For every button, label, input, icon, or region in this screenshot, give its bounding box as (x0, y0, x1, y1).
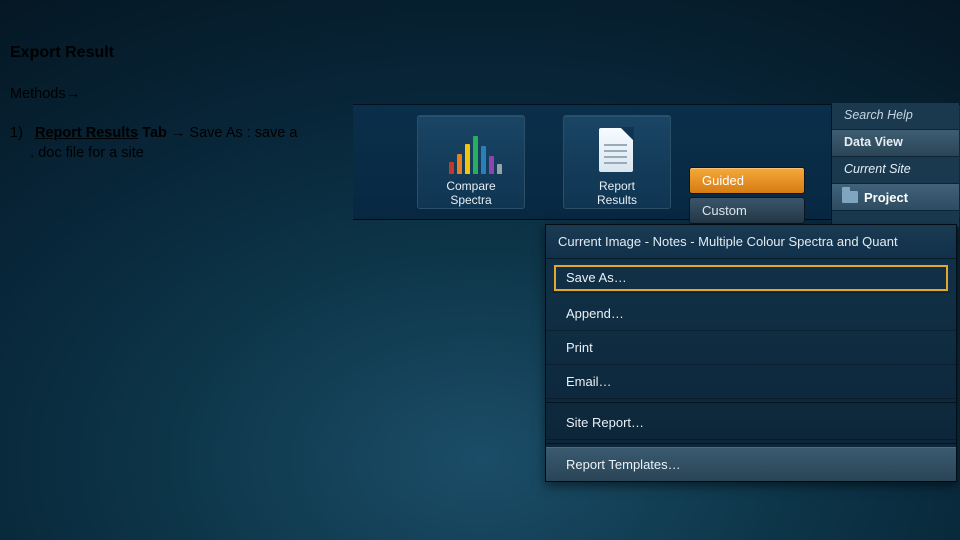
bullet-rest2: . doc file for a site (30, 145, 144, 161)
bullet-tab: Tab (138, 125, 171, 141)
bullet-number: 1) (10, 125, 23, 141)
compare-spectra-button[interactable]: Compare Spectra (417, 115, 525, 209)
slide-title: Export Result (10, 44, 114, 62)
menu-save-as[interactable]: Save As… (552, 263, 950, 293)
right-tab-strip: Search Help Data View Current Site Proje… (831, 103, 959, 227)
folder-icon (842, 191, 858, 203)
menu-separator (546, 402, 956, 403)
guided-button[interactable]: Guided (689, 167, 805, 194)
report-results-button[interactable]: Report Results (563, 115, 671, 209)
menu-report-templates[interactable]: Report Templates… (546, 447, 956, 481)
report-results-menu: Current Image - Notes - Multiple Colour … (545, 224, 957, 482)
menu-site-report[interactable]: Site Report… (546, 406, 956, 440)
bullet-1: 1) Report Results Tab → Save As : save a… (10, 124, 297, 163)
menu-print[interactable]: Print (546, 331, 956, 365)
project-label: Project (864, 190, 908, 205)
search-help-link[interactable]: Search Help (832, 103, 959, 130)
custom-button[interactable]: Custom (689, 197, 805, 224)
methods-label: Methods→ (10, 86, 80, 102)
bullet-rest1: Save As : save a (185, 125, 297, 141)
menu-separator-2 (546, 443, 956, 444)
tab-current-site[interactable]: Current Site (832, 157, 959, 184)
report-results-label: Report Results (564, 180, 670, 208)
tab-data-view[interactable]: Data View (832, 130, 959, 157)
bullet-rr: Report Results (35, 125, 138, 141)
menu-email[interactable]: Email… (546, 365, 956, 399)
compare-spectra-label: Compare Spectra (418, 180, 524, 208)
report-icon (591, 126, 643, 174)
menu-append[interactable]: Append… (546, 297, 956, 331)
menu-header: Current Image - Notes - Multiple Colour … (546, 225, 956, 259)
bullet-arrow: → (171, 125, 186, 141)
tab-project[interactable]: Project (832, 184, 959, 211)
spectra-icon (445, 126, 497, 174)
